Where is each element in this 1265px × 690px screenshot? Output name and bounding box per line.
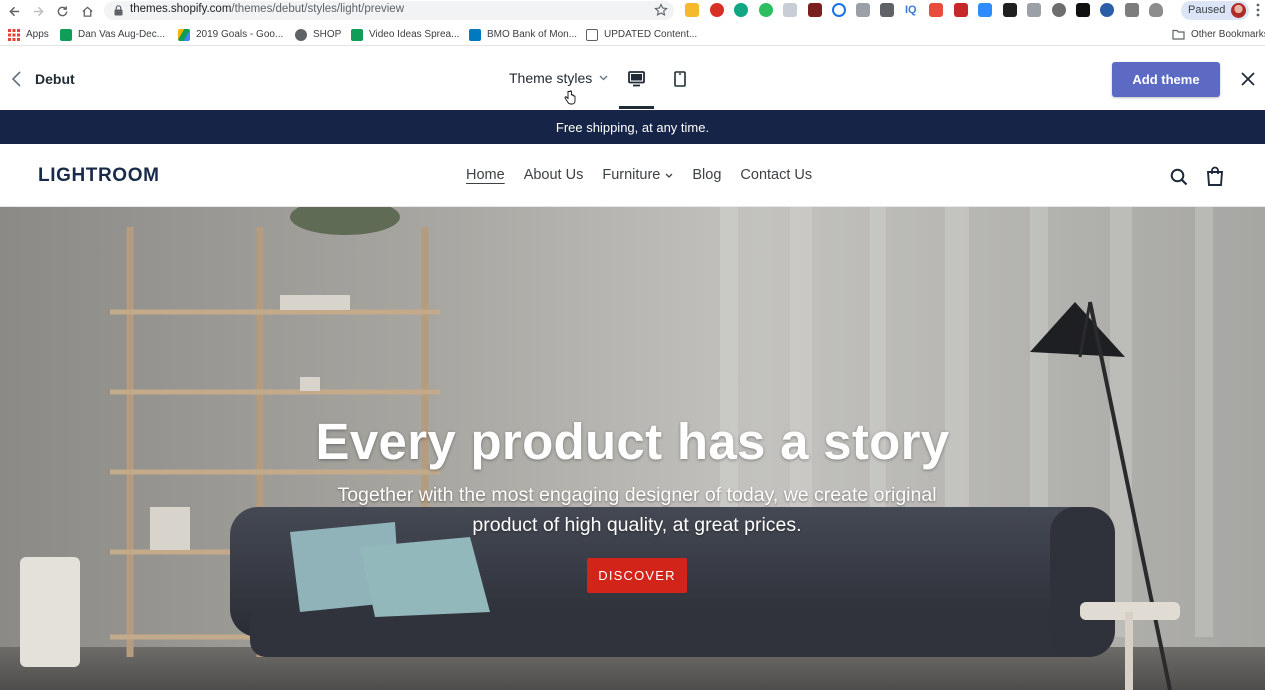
browser-menu-icon[interactable] — [1256, 3, 1260, 17]
url-text: themes.shopify.com/themes/debut/styles/l… — [130, 3, 404, 15]
extension-image-icon[interactable] — [783, 3, 797, 17]
extension-js-icon[interactable] — [1027, 3, 1041, 17]
bookmark-label: SHOP — [313, 29, 342, 40]
desktop-icon — [627, 71, 645, 87]
extension-screen-icon[interactable] — [856, 3, 870, 17]
store-logo[interactable]: LIGHTROOM — [38, 165, 160, 187]
bookmark-item[interactable]: 2019 Goals - Goo... — [178, 27, 283, 42]
browser-toolbar: themes.shopify.com/themes/debut/styles/l… — [0, 0, 1265, 22]
hand-cursor-icon — [564, 90, 576, 105]
announcement-bar: Free shipping, at any time. — [0, 110, 1265, 144]
doc-icon — [586, 28, 598, 41]
avatar — [1231, 3, 1246, 18]
extension-grammarly-icon[interactable] — [734, 3, 748, 17]
hero-banner: Every product has a story Together with … — [0, 207, 1265, 690]
extension-iq-icon[interactable]: IQ — [905, 3, 919, 17]
announcement-text: Free shipping, at any time. — [555, 119, 710, 135]
sheets-icon — [60, 28, 72, 41]
search-icon[interactable] — [1170, 168, 1188, 186]
extension-k-icon[interactable] — [1003, 3, 1017, 17]
url-path: /themes/debut/styles/light/preview — [231, 3, 405, 15]
extension-clip-icon[interactable] — [929, 3, 943, 17]
profile-chip[interactable]: Paused — [1181, 1, 1249, 20]
extension-person-icon[interactable] — [1100, 3, 1114, 17]
theme-name[interactable]: Debut — [35, 71, 75, 87]
url-domain: themes.shopify.com — [130, 3, 232, 15]
folder-icon — [1172, 29, 1185, 40]
bookmark-label: Apps — [26, 29, 49, 40]
lock-icon — [114, 5, 123, 16]
extension-drive-icon[interactable] — [685, 3, 699, 17]
bmo-icon — [469, 28, 481, 41]
mobile-icon — [674, 71, 686, 87]
extension-bulb-icon[interactable] — [1149, 3, 1163, 17]
extension-compass-icon[interactable] — [832, 3, 846, 17]
extension-zoom-icon[interactable] — [978, 3, 992, 17]
bookmark-item[interactable]: Dan Vas Aug-Dec... — [60, 27, 165, 42]
reload-icon[interactable] — [53, 2, 71, 20]
chevron-down-icon — [599, 75, 608, 81]
bookmark-star-icon[interactable] — [654, 3, 668, 17]
extension-evernote-icon[interactable] — [759, 3, 773, 17]
bookmark-item[interactable]: BMO Bank of Mon... — [469, 27, 577, 42]
bookmark-apps[interactable]: Apps — [8, 27, 49, 42]
back-icon[interactable] — [5, 2, 23, 20]
theme-preview-bar: Debut Theme styles Add theme — [0, 49, 1265, 110]
desktop-view-button[interactable] — [626, 69, 646, 89]
theme-styles-dropdown[interactable]: Theme styles — [509, 70, 608, 86]
site-navigation: Home About Us Furniture Blog Contact Us — [466, 167, 812, 183]
chevron-down-icon — [665, 173, 673, 178]
nav-link-furniture-label: Furniture — [602, 167, 661, 183]
bookmark-item[interactable]: SHOP — [295, 27, 341, 42]
cart-icon[interactable] — [1206, 166, 1224, 186]
extension-tag-icon[interactable] — [1125, 3, 1139, 17]
bookmark-label: BMO Bank of Mon... — [487, 29, 578, 40]
forward-icon[interactable] — [29, 2, 47, 20]
bookmark-item[interactable]: UPDATED Content... — [586, 27, 697, 42]
profile-status: Paused — [1188, 4, 1226, 16]
nav-link-furniture[interactable]: Furniture — [602, 167, 673, 183]
store-header: LIGHTROOM Home About Us Furniture Blog C… — [0, 144, 1265, 207]
sheets-icon — [351, 28, 363, 41]
nav-link-blog[interactable]: Blog — [692, 167, 721, 183]
bookmark-label: 2019 Goals - Goo... — [196, 29, 284, 40]
extension-adblock-icon[interactable] — [710, 3, 724, 17]
discover-button[interactable]: DISCOVER — [587, 558, 687, 593]
apps-grid-icon — [8, 28, 20, 41]
bookmark-label: UPDATED Content... — [604, 29, 698, 40]
add-theme-button[interactable]: Add theme — [1112, 62, 1220, 97]
drive-icon — [178, 28, 190, 41]
extension-lastpass-icon[interactable] — [808, 3, 822, 17]
extension-calendar-icon[interactable] — [954, 3, 968, 17]
nav-link-home[interactable]: Home — [466, 167, 505, 183]
active-view-indicator — [619, 106, 654, 109]
globe-icon — [295, 28, 307, 41]
bookmarks-bar: Apps Dan Vas Aug-Dec... 2019 Goals - Goo… — [0, 23, 1265, 46]
address-bar[interactable]: themes.shopify.com/themes/debut/styles/l… — [104, 1, 674, 20]
nav-link-about[interactable]: About Us — [524, 167, 584, 183]
extension-tb-icon[interactable] — [880, 3, 894, 17]
close-icon[interactable] — [1240, 71, 1256, 87]
bookmark-label: Video Ideas Sprea... — [369, 29, 460, 40]
hero-subtitle: Together with the most engaging designer… — [337, 484, 937, 536]
bookmark-label: Dan Vas Aug-Dec... — [78, 29, 166, 40]
nav-link-contact[interactable]: Contact Us — [740, 167, 812, 183]
mobile-view-button[interactable] — [670, 69, 690, 89]
chevron-left-icon[interactable] — [11, 70, 23, 88]
hero-title: Every product has a story — [315, 413, 950, 470]
other-bookmarks-label: Other Bookmarks — [1191, 29, 1265, 40]
theme-styles-label: Theme styles — [509, 70, 593, 86]
other-bookmarks[interactable]: Other Bookmarks — [1172, 27, 1265, 42]
extension-circle-icon[interactable] — [1052, 3, 1066, 17]
bookmark-item[interactable]: Video Ideas Sprea... — [351, 27, 459, 42]
home-icon[interactable] — [78, 2, 96, 20]
extension-play-icon[interactable] — [1076, 3, 1090, 17]
